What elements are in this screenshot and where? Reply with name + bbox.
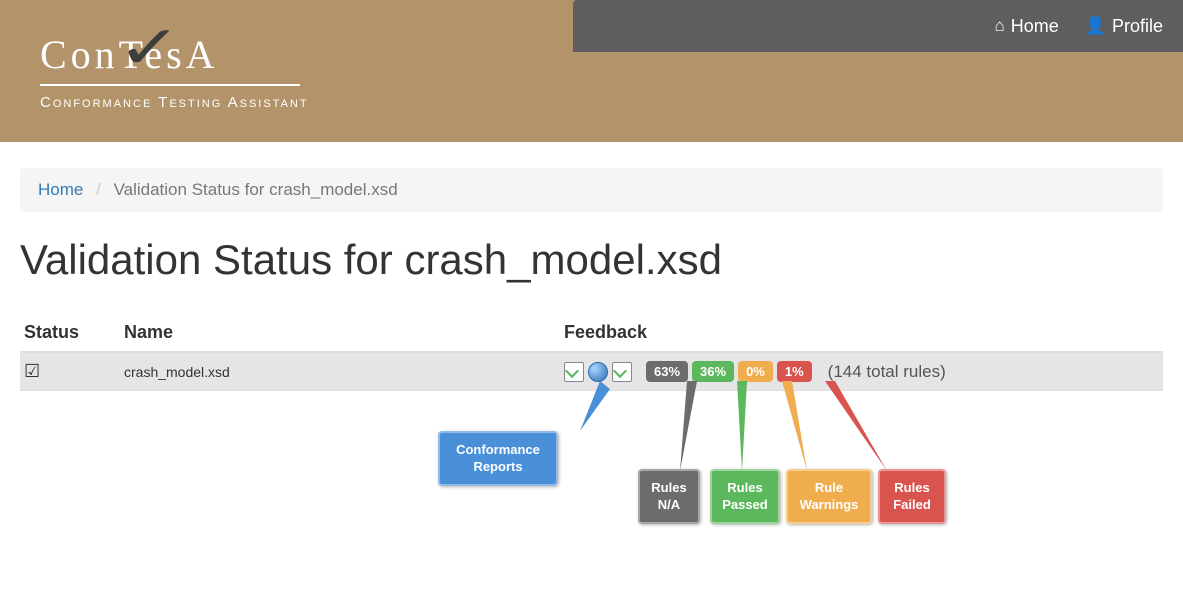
nav-home[interactable]: ⌂ Home	[995, 16, 1059, 37]
callout-reports: Conformance Reports	[438, 431, 558, 486]
total-rules: (144 total rules)	[828, 362, 946, 382]
col-header-status: Status	[20, 314, 120, 352]
page-title: Validation Status for crash_model.xsd	[20, 236, 1163, 284]
badge-na[interactable]: 63%	[646, 361, 688, 382]
pointer-na	[675, 391, 705, 471]
callout-warning-text: Rule Warnings	[798, 480, 860, 513]
pointer-warning	[772, 391, 812, 471]
content-area: Home / Validation Status for crash_model…	[0, 168, 1183, 601]
col-header-feedback: Feedback	[560, 314, 1163, 352]
callout-na: Rules N/A	[638, 469, 700, 524]
badge-passed[interactable]: 36%	[692, 361, 734, 382]
report-icon-2[interactable]	[612, 362, 632, 382]
breadcrumb-home-link[interactable]: Home	[38, 180, 83, 199]
logo-subtitle: Conformance Testing Assistant	[40, 94, 309, 111]
callout-reports-text: Conformance Reports	[450, 442, 546, 475]
status-table: Status Name Feedback ☑ crash_model.xsd 6	[20, 314, 1163, 391]
logo-main: ConTesA ✓	[40, 31, 219, 78]
home-icon: ⌂	[995, 16, 1005, 36]
report-icon-globe[interactable]	[588, 362, 608, 382]
nav-profile[interactable]: 👤 Profile	[1085, 16, 1163, 37]
callout-failed-text: Rules Failed	[890, 480, 934, 513]
annotations-layer: Conformance Reports Rules N/A Rules Pass…	[20, 391, 1163, 561]
pointer-passed	[725, 391, 755, 471]
badge-failed[interactable]: 1%	[777, 361, 812, 382]
cell-status: ☑	[20, 352, 120, 391]
table-header-row: Status Name Feedback	[20, 314, 1163, 352]
logo-underline	[40, 84, 300, 86]
badge-warning[interactable]: 0%	[738, 361, 773, 382]
callout-warning: Rule Warnings	[786, 469, 872, 524]
callout-failed: Rules Failed	[878, 469, 946, 524]
table-row: ☑ crash_model.xsd 63% 36% 0% 1% (144 tot…	[20, 352, 1163, 391]
breadcrumb: Home / Validation Status for crash_model…	[20, 168, 1163, 212]
callout-passed-text: Rules Passed	[722, 480, 768, 513]
logo-check-icon: ✓	[117, 13, 188, 83]
logo: ConTesA ✓ Conformance Testing Assistant	[40, 31, 309, 111]
breadcrumb-current: Validation Status for crash_model.xsd	[114, 180, 398, 199]
navbar: ⌂ Home 👤 Profile	[573, 0, 1183, 52]
callout-passed: Rules Passed	[710, 469, 780, 524]
nav-home-label: Home	[1011, 16, 1059, 37]
cell-name: crash_model.xsd	[120, 352, 560, 391]
feedback-container: 63% 36% 0% 1% (144 total rules)	[564, 361, 1159, 382]
app-header: ConTesA ✓ Conformance Testing Assistant …	[0, 0, 1183, 144]
header-left: ConTesA ✓ Conformance Testing Assistant	[0, 0, 573, 142]
callout-na-text: Rules N/A	[650, 480, 688, 513]
user-icon: 👤	[1085, 16, 1106, 36]
nav-profile-label: Profile	[1112, 16, 1163, 37]
breadcrumb-separator: /	[88, 180, 109, 199]
pointer-failed	[815, 391, 895, 471]
report-icon-1[interactable]	[564, 362, 584, 382]
col-header-name: Name	[120, 314, 560, 352]
cell-feedback: 63% 36% 0% 1% (144 total rules)	[560, 352, 1163, 391]
status-check-icon: ☑	[24, 361, 40, 381]
